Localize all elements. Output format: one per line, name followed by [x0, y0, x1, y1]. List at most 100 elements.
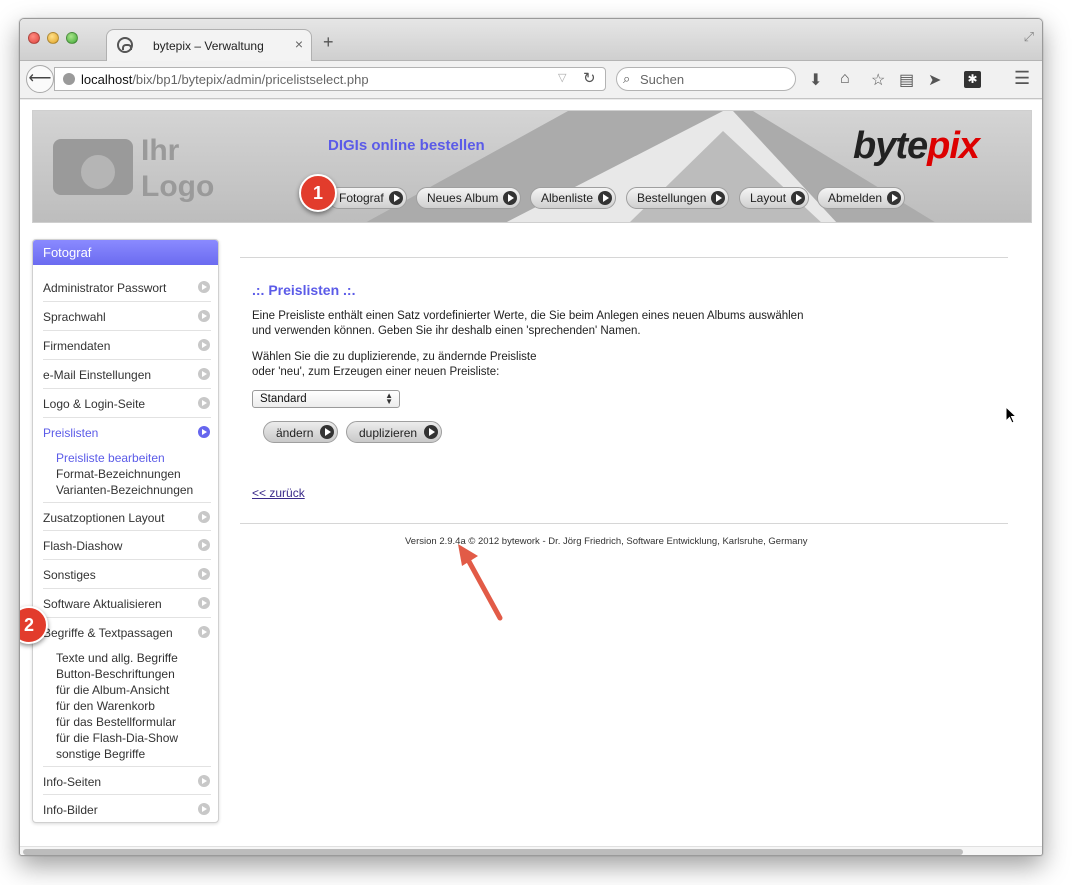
sidebar-item-software-aktualisieren[interactable]: Software Aktualisieren [43, 589, 211, 618]
sidebar-item-begriffe-textpassagen[interactable]: Begriffe & Textpassagen [43, 618, 211, 647]
bookmark-star-icon[interactable]: ☆ [871, 70, 885, 90]
select-caret-icon: ▲ ▼ [385, 391, 393, 406]
browser-window: bytepix – Verwaltung × + ⤢ localhost/bix… [19, 18, 1043, 856]
nav-abmelden-button[interactable]: Abmelden [817, 187, 906, 209]
zoom-window-button[interactable] [66, 32, 78, 44]
sidebar-item-zusatzoptionen-layout[interactable]: Zusatzoptionen Layout [43, 502, 211, 531]
arrow-right-icon [198, 281, 210, 293]
arrow-right-icon [598, 191, 613, 205]
sidebar-subitem-button-beschriftungen[interactable]: Button-Beschriftungen [56, 666, 175, 682]
header-title: DIGIs online bestellen [328, 137, 485, 154]
arrow-right-icon [503, 191, 518, 205]
arrow-right-icon [198, 539, 210, 551]
change-button[interactable]: ändern [263, 421, 339, 443]
sidebar-subitem-sonstige-begriffe[interactable]: sonstige Begriffe [56, 746, 145, 762]
fullscreen-icon[interactable]: ⤢ [1024, 29, 1034, 45]
instruction-paragraph: Wählen Sie die zu duplizierende, zu ände… [252, 351, 537, 378]
camera-logo-icon [53, 139, 133, 195]
arrow-right-icon [424, 425, 439, 439]
globe-icon [63, 73, 75, 85]
sidebar-subitem-bestellformular[interactable]: für das Bestellformular [56, 714, 176, 730]
page-content: Ihr Logo DIGIs online bestellen bytepix … [20, 100, 1042, 846]
sidebar-heading: Fotograf [33, 240, 218, 265]
sidebar-item-firmendaten[interactable]: Firmendaten [43, 331, 211, 360]
search-placeholder: Suchen [640, 72, 685, 87]
sidebar-item-email-einstellungen[interactable]: e-Mail Einstellungen [43, 360, 211, 389]
sidebar-item-flash-diashow[interactable]: Flash-Diashow [43, 531, 211, 560]
arrow-right-icon [791, 191, 806, 205]
sidebar-subitem-format-bezeichnungen[interactable]: Format-Bezeichnungen [56, 466, 181, 482]
sidebar-subitem-flash-dia-show[interactable]: für die Flash-Dia-Show [56, 730, 178, 746]
arrow-right-icon [198, 568, 210, 580]
sidebar-item-sonstiges[interactable]: Sonstiges [43, 560, 211, 589]
site-favicon-icon [117, 37, 133, 53]
nav-fotograf-button[interactable]: Fotograf [328, 187, 407, 209]
download-icon[interactable]: ⬇ [809, 70, 822, 90]
tab-close-icon[interactable]: × [295, 36, 303, 52]
nav-neues-album-button[interactable]: Neues Album [416, 187, 522, 209]
pricelist-select[interactable]: Standard ▲ ▼ [252, 390, 400, 408]
sidebar-item-info-seiten[interactable]: Info-Seiten [43, 766, 211, 795]
close-window-button[interactable] [28, 32, 40, 44]
navigation-toolbar: localhost/bix/bp1/bytepix/admin/pricelis… [20, 61, 1042, 99]
reload-icon[interactable]: ↻ [583, 69, 596, 87]
arrow-right-icon [198, 310, 210, 322]
minimize-window-button[interactable] [47, 32, 59, 44]
nav-bestellungen-button[interactable]: Bestellungen [626, 187, 730, 209]
sidebar-subitem-album-ansicht[interactable]: für die Album-Ansicht [56, 682, 169, 698]
duplicate-button[interactable]: duplizieren [346, 421, 443, 443]
tab-bytepix[interactable]: bytepix – Verwaltung × [106, 29, 312, 61]
home-icon[interactable]: ⌂ [840, 70, 850, 88]
divider [240, 257, 1008, 258]
sidebar-menu: Fotograf Administrator Passwort Sprachwa… [32, 239, 219, 823]
extension-icon[interactable]: ✱ [964, 71, 981, 88]
sidebar-subitem-warenkorb[interactable]: für den Warenkorb [56, 698, 155, 714]
arrow-right-icon [198, 626, 210, 638]
arrow-right-icon [198, 803, 210, 815]
nav-albenliste-button[interactable]: Albenliste [530, 187, 617, 209]
search-input[interactable]: ⌕ Suchen [616, 67, 796, 91]
sidebar-subitem-texte-begriffe[interactable]: Texte und allg. Begriffe [56, 650, 178, 666]
sidebar-item-logo-login[interactable]: Logo & Login-Seite [43, 389, 211, 418]
new-tab-button[interactable]: + [323, 32, 334, 53]
arrow-right-icon [887, 191, 902, 205]
url-text[interactable]: localhost/bix/bp1/bytepix/admin/pricelis… [81, 72, 369, 87]
arrow-right-icon [198, 597, 210, 609]
sidebar-subitem-varianten-bezeichnungen[interactable]: Varianten-Bezeichnungen [56, 482, 193, 498]
scrollbar-thumb[interactable] [23, 849, 963, 855]
arrow-right-icon [198, 368, 210, 380]
sidebar-item-sprachwahl[interactable]: Sprachwahl [43, 302, 211, 331]
url-bar[interactable]: localhost/bix/bp1/bytepix/admin/pricelis… [54, 67, 606, 91]
horizontal-scrollbar[interactable] [20, 846, 1042, 855]
red-pointer-arrow-icon [458, 544, 503, 621]
sidebar-item-administrator-passwort[interactable]: Administrator Passwort [43, 273, 211, 302]
mouse-cursor-icon [1005, 406, 1017, 424]
callout-badge-1: 1 [299, 174, 337, 212]
page-title: .:. Preislisten .:. [252, 282, 356, 298]
sidebar-subitem-preisliste-bearbeiten[interactable]: Preisliste bearbeiten [56, 450, 165, 466]
arrow-right-icon [198, 775, 210, 787]
nav-layout-button[interactable]: Layout [739, 187, 810, 209]
tab-title: bytepix – Verwaltung [153, 39, 264, 53]
arrow-right-icon [711, 191, 726, 205]
back-arrow-icon[interactable]: ⟵ [26, 65, 54, 93]
back-link[interactable]: << zurück [252, 486, 305, 500]
sidebar-item-preislisten[interactable]: Preislisten [43, 418, 211, 447]
arrow-right-icon [198, 511, 210, 523]
search-icon: ⌕ [623, 71, 631, 86]
reading-list-icon[interactable]: ▤ [899, 70, 914, 90]
brand-logo: bytepix [853, 125, 980, 167]
sidebar-item-info-bilder[interactable]: Info-Bilder [43, 795, 211, 824]
arrow-right-icon [198, 339, 210, 351]
arrow-right-icon [198, 426, 210, 438]
title-bar: bytepix – Verwaltung × + ⤢ [20, 19, 1042, 61]
send-icon[interactable]: ➤ [928, 70, 941, 90]
divider [240, 523, 1008, 524]
url-history-dropdown-icon[interactable]: ▽ [558, 71, 566, 84]
arrow-right-icon [320, 425, 335, 439]
menu-icon[interactable]: ☰ [1014, 68, 1030, 89]
arrow-right-icon [388, 191, 403, 205]
arrow-right-icon [198, 397, 210, 409]
placeholder-logo: Ihr Logo [141, 134, 215, 203]
site-header: Ihr Logo DIGIs online bestellen bytepix … [32, 110, 1032, 223]
